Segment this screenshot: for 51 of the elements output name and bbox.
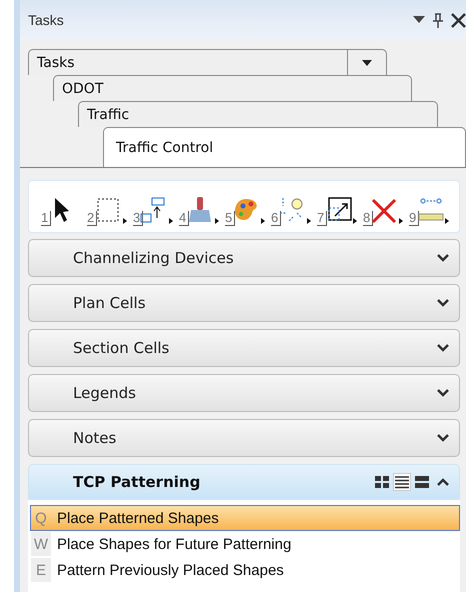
palette-icon: [235, 199, 257, 220]
scale-icon: [328, 197, 352, 221]
section-title: TCP Patterning: [73, 473, 202, 491]
section-header[interactable]: TCP Patterning: [28, 464, 460, 500]
expand-icon[interactable]: [437, 344, 449, 352]
window-title: Tasks: [28, 12, 64, 28]
arrow-cursor-icon: [55, 198, 70, 222]
section-header[interactable]: Section Cells: [28, 329, 460, 367]
tool-button[interactable]: 7: [317, 196, 361, 226]
section-title: Channelizing Devices: [73, 249, 235, 267]
tool-button[interactable]: 1: [41, 196, 85, 226]
close-icon[interactable]: [451, 12, 466, 28]
task-item[interactable]: Q Place Patterned Shapes: [30, 505, 460, 531]
breadcrumb-tab[interactable]: Traffic: [78, 101, 438, 127]
expand-icon[interactable]: [437, 389, 449, 397]
tool-button[interactable]: 5: [225, 196, 269, 226]
view-button[interactable]: [413, 473, 431, 491]
pin-icon[interactable]: [433, 12, 443, 28]
section-title: Plan Cells: [73, 294, 147, 312]
delete-icon: [372, 198, 397, 224]
tool-button[interactable]: 4: [179, 196, 223, 226]
tool-button[interactable]: 6: [271, 196, 315, 226]
section-header[interactable]: Legends: [28, 374, 460, 412]
section-header[interactable]: Channelizing Devices: [28, 239, 460, 277]
view-button[interactable]: [393, 473, 411, 491]
section-title: Notes: [73, 429, 118, 447]
tool-button[interactable]: 8: [363, 196, 407, 226]
expand-icon[interactable]: [437, 434, 449, 442]
move-rectangle-icon: [140, 198, 165, 222]
section-title: Section Cells: [73, 339, 170, 357]
collapse-icon[interactable]: [437, 478, 449, 486]
breadcrumb-tab[interactable]: Tasks: [28, 49, 387, 75]
section-header[interactable]: Notes: [28, 419, 460, 457]
dashed-rectangle-icon: [98, 198, 119, 222]
light-bulb-icon: [280, 198, 303, 222]
dropdown-icon[interactable]: [362, 60, 372, 66]
view-button[interactable]: [373, 473, 391, 491]
section-title: Legends: [73, 384, 137, 402]
tool-button[interactable]: 3: [133, 196, 177, 226]
task-item[interactable]: W Place Shapes for Future Patterning: [30, 531, 460, 557]
task-item[interactable]: E Pattern Previously Placed Shapes: [30, 557, 460, 583]
ruler-icon: [418, 198, 444, 220]
section-header[interactable]: Plan Cells: [28, 284, 460, 322]
tool-button[interactable]: 9: [409, 196, 453, 226]
breadcrumb-tab[interactable]: ODOT: [53, 75, 412, 101]
expand-icon[interactable]: [437, 299, 449, 307]
dropdown-icon[interactable]: [413, 16, 425, 24]
expand-icon[interactable]: [437, 254, 449, 262]
breadcrumb-tab[interactable]: Traffic Control: [103, 127, 466, 167]
paint-brush-icon: [189, 197, 212, 222]
tool-button[interactable]: 2: [87, 196, 131, 226]
